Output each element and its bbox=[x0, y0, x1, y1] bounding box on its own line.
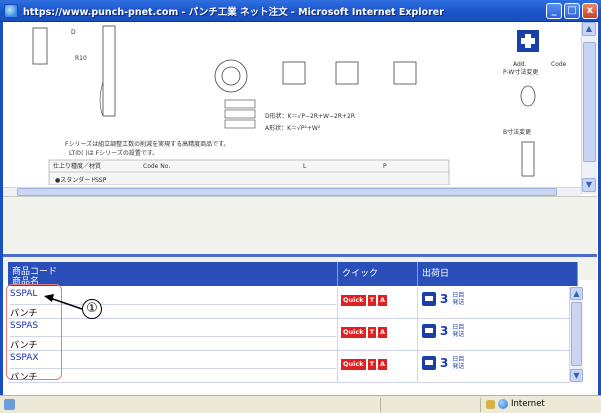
security-zone: Internet bbox=[511, 399, 545, 409]
lock-icon bbox=[486, 400, 495, 409]
arrow-icon bbox=[44, 294, 83, 310]
page-icon bbox=[4, 399, 15, 410]
annotation-marker: ① bbox=[82, 299, 102, 319]
status-divider bbox=[380, 398, 381, 412]
globe-icon bbox=[498, 399, 508, 409]
status-bar: Internet bbox=[0, 395, 601, 413]
status-divider bbox=[480, 398, 481, 412]
